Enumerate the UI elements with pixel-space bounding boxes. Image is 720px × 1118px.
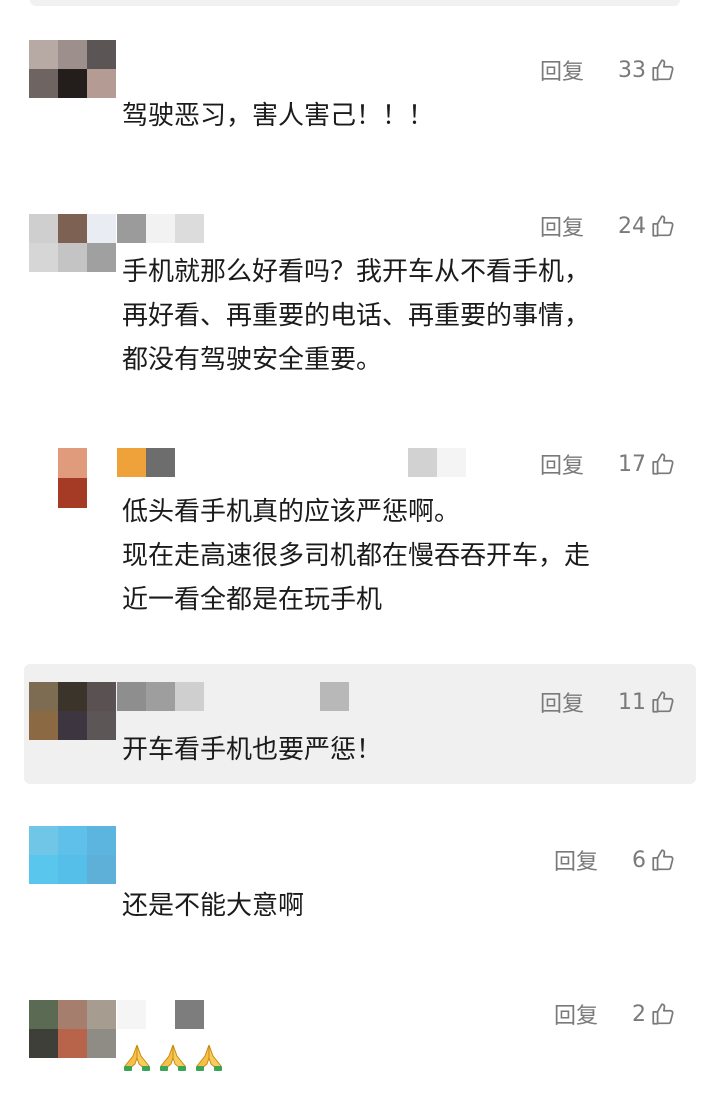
avatar[interactable]: [29, 214, 116, 272]
thumbs-up-icon[interactable]: [650, 1001, 676, 1027]
comment-text: 低头看手机真的应该严惩啊。 现在走高速很多司机都在慢吞吞开车，走 近一看全都是在…: [122, 497, 591, 615]
comment-item: 回复 2: [0, 1000, 720, 1110]
comment-actions: 回复 6: [554, 844, 676, 876]
avatar[interactable]: [29, 826, 116, 884]
username-blur: [408, 448, 466, 477]
comment-text: 还是不能大意啊: [122, 891, 305, 921]
reply-button[interactable]: 回复: [540, 448, 584, 480]
like-count: 2: [632, 1001, 646, 1027]
comment-text: 开车看手机也要严惩！: [122, 735, 383, 765]
comment-actions: 回复 24: [540, 210, 676, 242]
comment-text: 手机就那么好看吗？我开车从不看手机， 再好看、再重要的电话、再重要的事情， 都没…: [122, 257, 591, 375]
reply-button[interactable]: 回复: [554, 998, 598, 1030]
previous-comment-edge: [30, 0, 680, 6]
username-blur: [320, 682, 349, 711]
comment-item: 回复 24 手机就那么好看吗？我开车从不看手机， 再好看、再重要的电话、再重要的…: [0, 214, 720, 384]
comment-actions: 回复 11: [540, 686, 676, 718]
avatar[interactable]: [29, 1000, 116, 1058]
comment-actions: 回复 17: [540, 448, 676, 480]
username[interactable]: [117, 682, 204, 711]
avatar[interactable]: [29, 40, 116, 98]
praying-hands-icon: [160, 1044, 186, 1071]
comment-item: 回复 33 驾驶恶习，害人害己！！！: [0, 40, 720, 160]
reply-button[interactable]: 回复: [540, 686, 584, 718]
comment-item: 回复 6 还是不能大意啊: [0, 826, 720, 936]
thumbs-up-icon[interactable]: [650, 847, 676, 873]
avatar[interactable]: [58, 448, 87, 508]
thumbs-up-icon[interactable]: [650, 57, 676, 83]
thumbs-up-icon[interactable]: [650, 451, 676, 477]
like-count: 24: [618, 213, 646, 239]
avatar[interactable]: [29, 682, 116, 740]
comment-actions: 回复 2: [554, 998, 676, 1030]
like-count: 11: [618, 689, 646, 715]
comment-text: [122, 1042, 230, 1086]
like-count: 33: [618, 57, 646, 83]
thumbs-up-icon[interactable]: [650, 689, 676, 715]
like-count: 6: [632, 847, 646, 873]
praying-hands-icon: [196, 1044, 222, 1071]
comment-text: 驾驶恶习，害人害己！！！: [122, 101, 435, 131]
praying-hands-icon: [124, 1044, 150, 1071]
comment-item-highlighted: 回复 11 开车看手机也要严惩！: [24, 664, 696, 784]
reply-button[interactable]: 回复: [540, 210, 584, 242]
comment-actions: 回复 33: [540, 54, 676, 86]
username[interactable]: [117, 448, 175, 477]
comment-item: 回复 17 低头看手机真的应该严惩啊。 现在走高速很多司机都在慢吞吞开车，走 近…: [0, 448, 720, 628]
reply-button[interactable]: 回复: [554, 844, 598, 876]
like-count: 17: [618, 451, 646, 477]
username[interactable]: [117, 214, 204, 243]
username[interactable]: [117, 1000, 204, 1029]
reply-button[interactable]: 回复: [540, 54, 584, 86]
thumbs-up-icon[interactable]: [650, 213, 676, 239]
